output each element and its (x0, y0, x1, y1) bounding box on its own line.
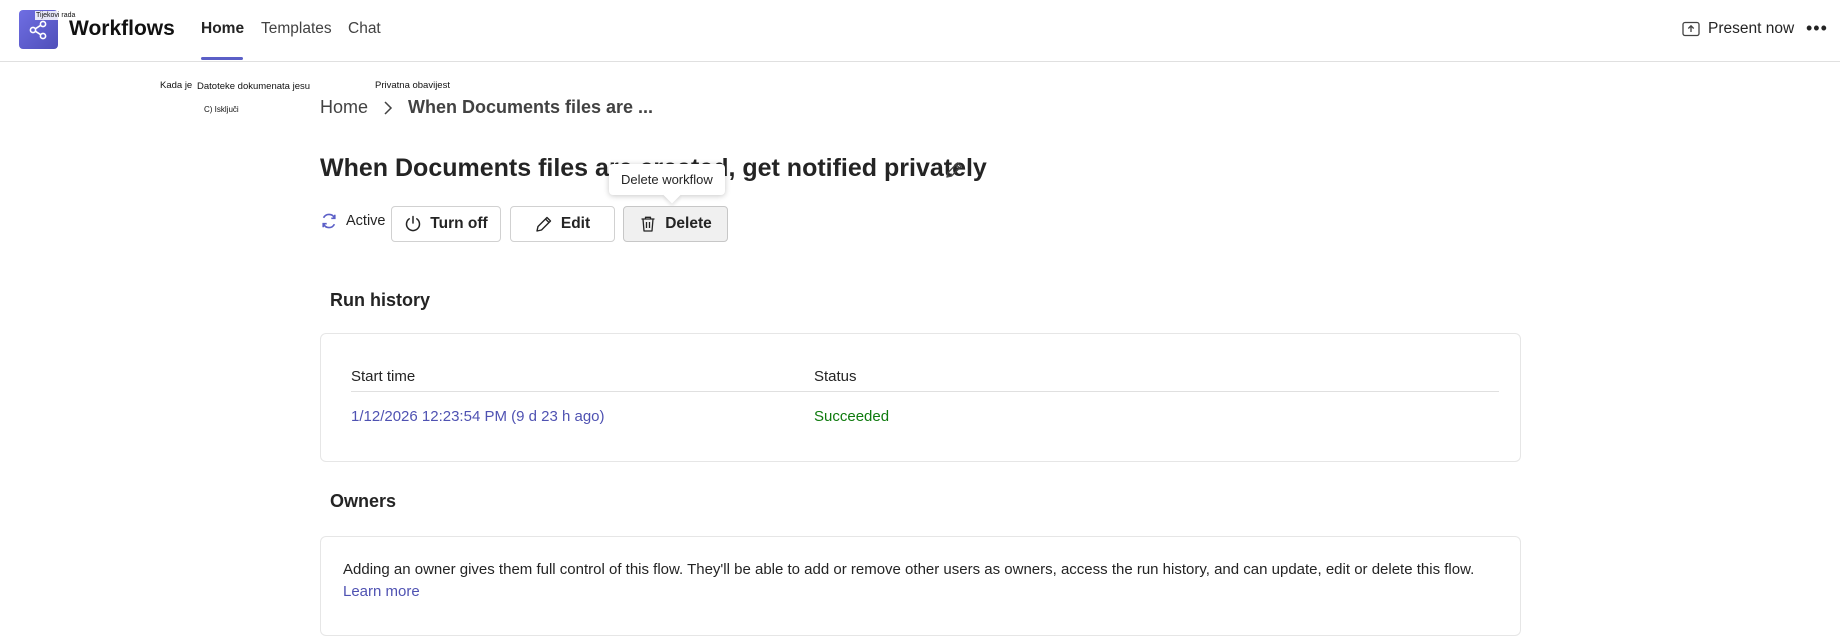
overlay-label-kada-je: Kada je (160, 80, 193, 91)
present-now-label: Present now (1708, 20, 1795, 37)
tab-chat[interactable]: Chat (348, 20, 381, 60)
column-header-start-time: Start time (351, 368, 416, 385)
run-history-card: Start time Status 1/12/2026 12:23:54 PM … (320, 333, 1521, 462)
owners-description-text: Adding an owner gives them full control … (343, 561, 1475, 578)
active-tab-indicator (201, 57, 243, 60)
pencil-icon[interactable] (944, 160, 964, 180)
run-history-heading: Run history (330, 290, 431, 310)
delete-label: Delete (665, 215, 712, 232)
column-header-status: Status (814, 368, 857, 385)
present-now-button[interactable]: Present now (1682, 18, 1794, 40)
overlay-label-privatna: Privatna obavijest (375, 80, 450, 91)
overlay-label-datoteke: Datoteke dokumenata jesu (197, 81, 311, 92)
breadcrumb-current: When Documents files are ... (408, 97, 654, 117)
breadcrumb-home[interactable]: Home (320, 97, 368, 118)
edit-label: Edit (560, 215, 591, 232)
overlay-label-iskljuci: C) Isključi (204, 105, 239, 114)
delete-button[interactable]: Delete (623, 206, 728, 242)
edit-pencil-icon (536, 216, 552, 232)
learn-more-link[interactable]: Learn more (343, 583, 420, 600)
chevron-right-icon (384, 101, 393, 115)
owners-description: Adding an owner gives them full control … (343, 559, 1493, 603)
tab-templates[interactable]: Templates (261, 20, 332, 60)
edit-button[interactable]: Edit (510, 206, 615, 242)
sync-active-icon (322, 213, 336, 229)
run-start-time-link[interactable]: 1/12/2026 12:23:54 PM (9 d 23 h ago) (351, 408, 605, 425)
run-status: Succeeded (814, 408, 890, 425)
status-label: Active (346, 213, 386, 229)
header-divider (351, 391, 1499, 392)
power-icon (406, 215, 421, 232)
delete-workflow-tooltip: Delete workflow (609, 164, 725, 195)
tooltip-text: Delete workflow (621, 172, 713, 187)
top-bar: Tijekovi rada Workflows Home Templates C… (0, 0, 1840, 62)
turn-off-label: Turn off (430, 215, 488, 232)
workflow-status: Active (320, 212, 386, 230)
turn-off-button[interactable]: Turn off (391, 206, 501, 242)
owners-heading: Owners (330, 491, 397, 511)
more-options-icon[interactable]: ••• (1806, 18, 1828, 39)
share-nodes-icon (29, 20, 47, 40)
app-title: Workflows (69, 17, 175, 40)
owners-card: Adding an owner gives them full control … (320, 536, 1521, 636)
present-icon (1682, 21, 1700, 37)
trash-icon (641, 216, 655, 232)
tab-home[interactable]: Home (201, 20, 244, 60)
